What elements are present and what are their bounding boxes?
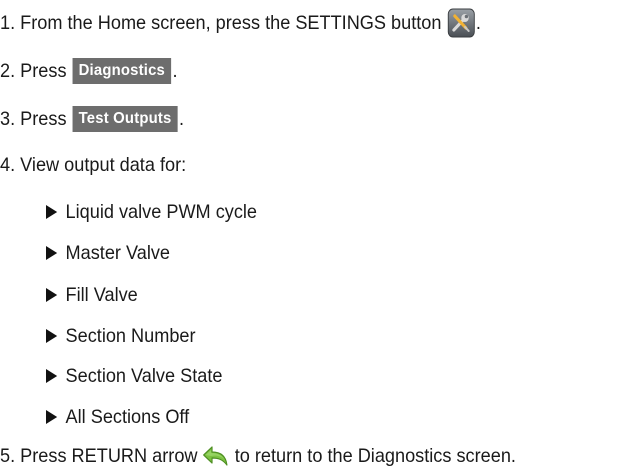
test-outputs-button: Test Outputs [72, 106, 179, 132]
step-1-end: . [475, 12, 481, 34]
bullet-arrow-icon [46, 369, 58, 383]
step-3-text: 3. Press [0, 108, 67, 130]
step-4: 4. View output data for: [0, 153, 186, 177]
step-3: 3. Press Test Outputs . [0, 106, 184, 132]
bullet-arrow-icon [46, 205, 58, 219]
step-5-text-after: to return to the Diagnostics screen. [234, 445, 516, 467]
step-4-text: 4. View output data for: [0, 154, 187, 176]
step-3-end: . [178, 108, 184, 130]
step-1-text: 1. From the Home screen, press the SETTI… [0, 12, 442, 34]
list-item-label: Liquid valve PWM cycle [65, 201, 258, 223]
step-5: 5. Press RETURN arrow to return to the D… [0, 444, 516, 468]
list-item: Fill Valve [46, 283, 138, 307]
diagnostics-button: Diagnostics [72, 58, 172, 84]
list-item-label: Section Valve State [65, 365, 223, 387]
list-item: Master Valve [46, 241, 170, 265]
bullet-arrow-icon [46, 410, 58, 424]
list-item: All Sections Off [46, 405, 189, 429]
list-item-label: Section Number [65, 325, 196, 347]
step-1: 1. From the Home screen, press the SETTI… [0, 8, 481, 38]
step-2-text: 2. Press [0, 60, 67, 82]
list-item: Section Valve State [46, 364, 222, 388]
step-2-end: . [172, 60, 178, 82]
list-item-label: Master Valve [65, 242, 171, 264]
bullet-arrow-icon [46, 329, 58, 343]
list-item: Liquid valve PWM cycle [46, 200, 257, 224]
step-2: 2. Press Diagnostics . [0, 58, 177, 84]
list-item-label: Fill Valve [65, 284, 138, 306]
list-item-label: All Sections Off [65, 406, 190, 428]
step-5-text-before: 5. Press RETURN arrow [0, 445, 198, 467]
return-arrow-icon [202, 445, 230, 467]
bullet-arrow-icon [46, 288, 58, 302]
bullet-arrow-icon [46, 246, 58, 260]
settings-tools-icon [447, 8, 475, 38]
list-item: Section Number [46, 324, 196, 348]
